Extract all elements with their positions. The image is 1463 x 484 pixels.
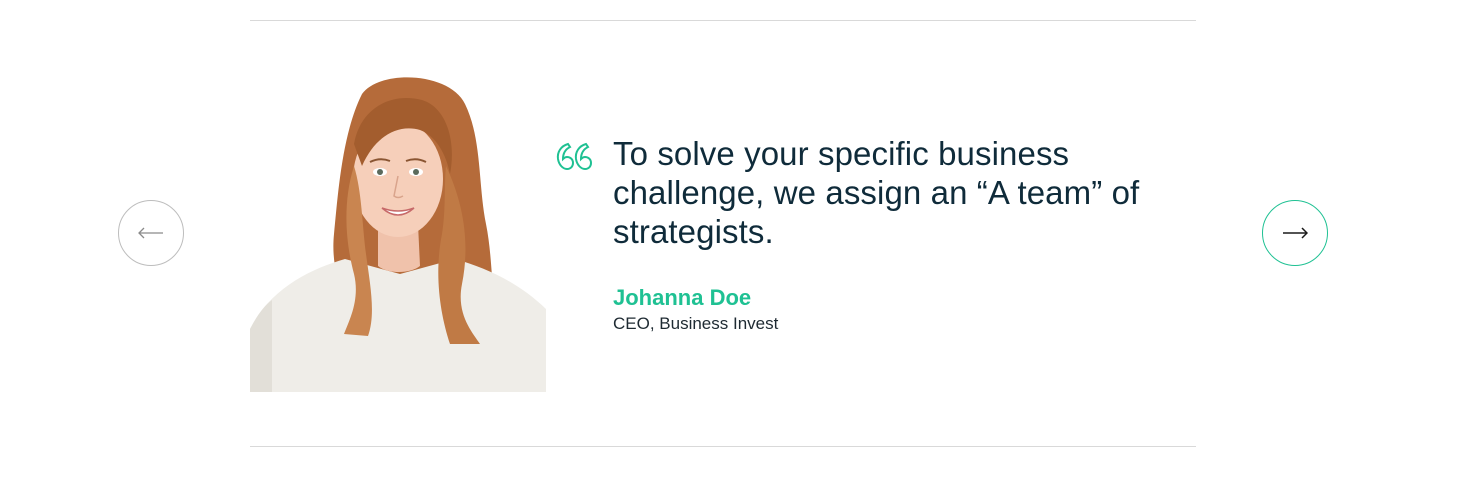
top-divider: [250, 20, 1196, 21]
next-slide-button[interactable]: [1262, 200, 1328, 266]
quote-icon: [556, 142, 592, 171]
arrow-right-icon: [1283, 227, 1308, 239]
author-role: CEO, Business Invest: [613, 314, 779, 333]
testimonial-quote: To solve your specific business challeng…: [613, 135, 1140, 250]
author-photo: [250, 74, 546, 392]
testimonial-slider: To solve your specific business challeng…: [0, 0, 1463, 484]
author-portrait-image: [250, 77, 546, 392]
bottom-divider: [250, 446, 1196, 447]
arrow-left-icon: [138, 227, 163, 239]
previous-slide-button[interactable]: [118, 200, 184, 266]
author-name: Johanna Doe: [613, 285, 752, 310]
